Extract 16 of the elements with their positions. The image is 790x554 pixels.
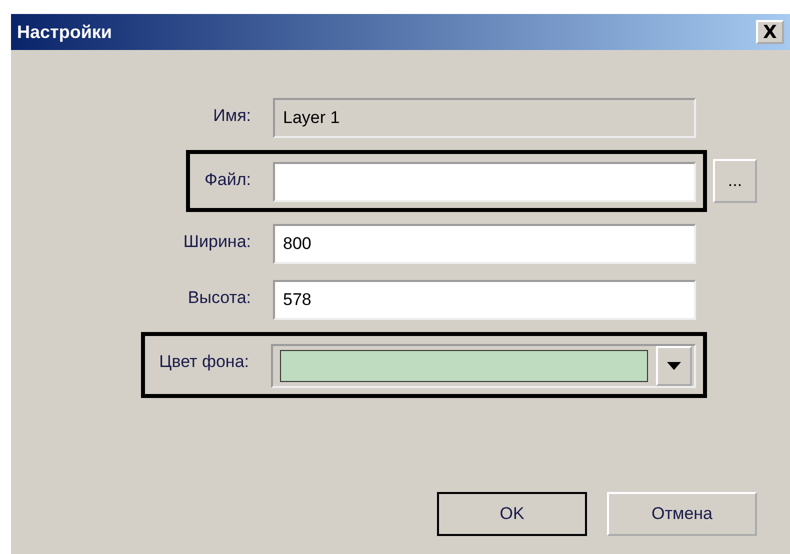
file-field[interactable]: [273, 162, 696, 202]
text-field[interactable]: 578: [273, 280, 696, 320]
close-button[interactable]: X: [756, 20, 784, 44]
color-dropdown[interactable]: [271, 344, 696, 388]
browse-button[interactable]: ...: [713, 159, 757, 203]
field-label: Имя:: [212, 105, 251, 126]
dropdown-button[interactable]: [656, 346, 692, 386]
field-label: Файл:: [204, 169, 251, 190]
field-label: Цвет фона:: [159, 351, 249, 372]
window-title: Настройки: [17, 22, 112, 42]
ok-button[interactable]: OK: [437, 492, 587, 536]
text-field[interactable]: 800: [273, 224, 696, 264]
cancel-button[interactable]: Отмена: [607, 492, 757, 536]
caret-icon: [667, 362, 681, 370]
field-label: Высота:: [186, 287, 251, 308]
field-label: Ширина:: [182, 231, 251, 252]
